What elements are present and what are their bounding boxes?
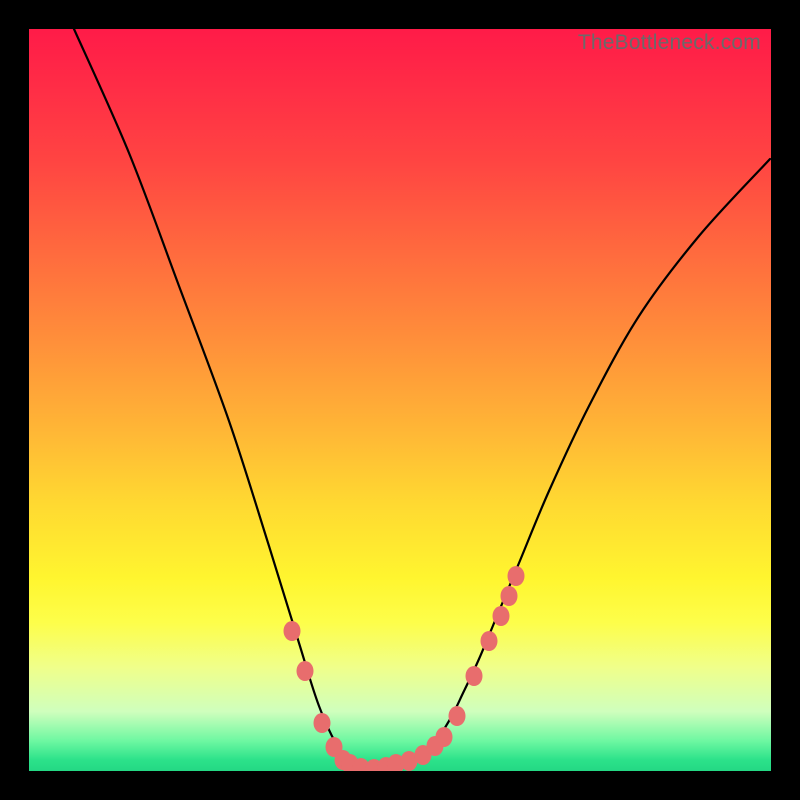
chart-frame: TheBottleneck.com	[0, 0, 800, 800]
marker-dot	[449, 706, 466, 726]
scatter-dots	[284, 566, 525, 771]
marker-dot	[436, 727, 453, 747]
marker-dot	[481, 631, 498, 651]
marker-dot	[297, 661, 314, 681]
marker-dot	[508, 566, 525, 586]
marker-dot	[314, 713, 331, 733]
marker-dot	[466, 666, 483, 686]
marker-dot	[501, 586, 518, 606]
chart-svg	[29, 29, 771, 771]
plot-area: TheBottleneck.com	[29, 29, 771, 771]
marker-dot	[284, 621, 301, 641]
marker-dot	[493, 606, 510, 626]
bottleneck-curve	[74, 29, 770, 771]
